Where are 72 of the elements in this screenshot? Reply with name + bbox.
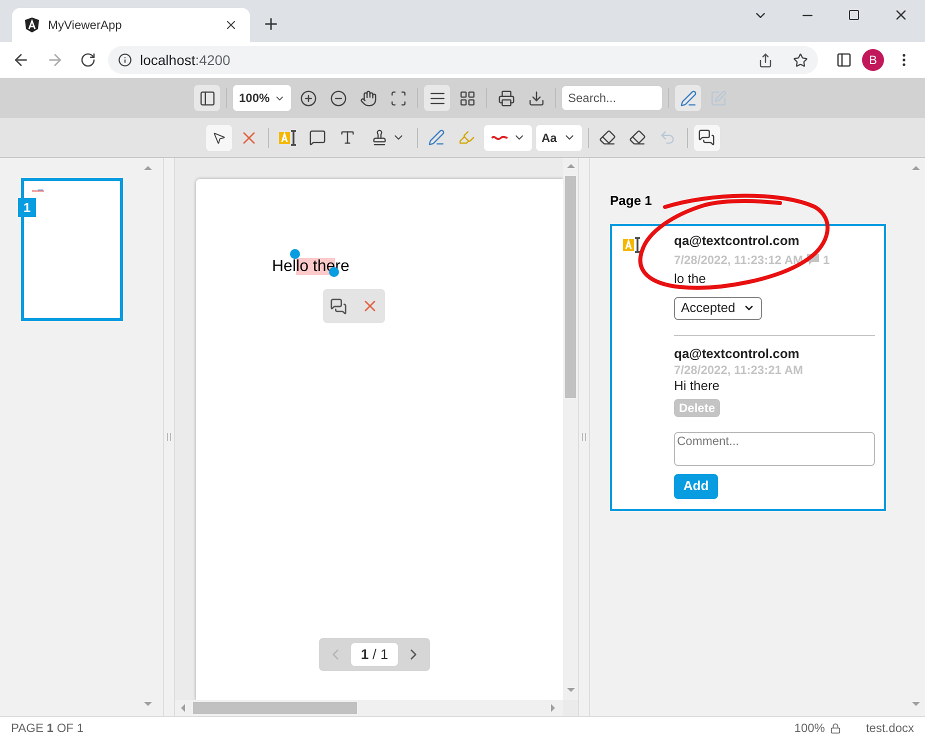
pen-icon: [680, 90, 696, 106]
comments-button[interactable]: [694, 124, 720, 150]
speech-bubble-icon: [309, 129, 326, 146]
tab-title: MyViewerApp: [48, 17, 123, 34]
page-number-badge: 1: [18, 198, 36, 217]
file-name: test.docx: [866, 720, 914, 737]
download-icon: [528, 90, 544, 106]
fit-icon: [390, 90, 406, 106]
text-highlight-icon: [278, 128, 298, 146]
hand-icon: [360, 90, 376, 106]
vertical-scrollbar[interactable]: [563, 158, 578, 700]
info-icon: [118, 53, 132, 67]
reply-author: qa@textcontrol.com: [674, 346, 800, 362]
splitter-grip-icon[interactable]: [582, 433, 586, 441]
profile-avatar[interactable]: B: [862, 49, 884, 71]
selection-handle[interactable]: [290, 249, 300, 259]
ink-color-button[interactable]: [484, 124, 532, 150]
reply-date: 7/28/2022, 11:23:21 AM: [674, 362, 804, 378]
reply-bubble-icon: [806, 254, 819, 265]
shield-logo-icon: [24, 17, 40, 33]
highlighter-icon: [458, 129, 475, 146]
scrollbar-thumb[interactable]: [565, 176, 576, 398]
zoom-status: 100%: [794, 720, 825, 737]
url-text: localhost:4200: [140, 50, 232, 70]
page-thumbnail[interactable]: [21, 178, 123, 321]
maximize-icon[interactable]: [848, 9, 860, 21]
share-icon[interactable]: [758, 52, 773, 68]
printer-icon: [498, 90, 514, 106]
sidebar-icon: [198, 90, 216, 106]
tiny-text-drawing: [32, 189, 44, 193]
reply-count: 1: [822, 252, 830, 268]
zoom-select[interactable]: 100%: [233, 85, 291, 111]
pointer-button[interactable]: [206, 124, 232, 150]
eraser-icon: [629, 129, 646, 146]
search-field[interactable]: Search...: [562, 86, 662, 110]
undo-icon: [659, 129, 676, 146]
single-page-button[interactable]: [424, 85, 450, 111]
grid-icon: [458, 90, 476, 106]
pen-icon: [428, 129, 445, 146]
url-field[interactable]: localhost:4200: [108, 46, 818, 74]
comment-text: lo the: [674, 270, 707, 286]
pointer-icon: [212, 130, 226, 144]
side-panel-icon[interactable]: [836, 52, 852, 68]
speech-bubbles-icon[interactable]: [330, 298, 346, 314]
text-highlight-icon: [622, 236, 642, 254]
back-icon[interactable]: [12, 51, 30, 69]
close-icon[interactable]: [224, 18, 238, 32]
star-icon[interactable]: [793, 52, 808, 68]
zoom-in-icon: [300, 90, 316, 106]
browser-tab[interactable]: MyViewerApp: [12, 8, 250, 42]
horizontal-scrollbar[interactable]: [175, 700, 563, 716]
status-select[interactable]: Accepted: [674, 296, 762, 320]
new-tab-icon[interactable]: [262, 15, 280, 33]
font-select[interactable]: Aa: [536, 124, 582, 150]
comment-author: qa@textcontrol.com: [674, 232, 800, 248]
edit-icon: [710, 90, 726, 106]
stamp-icon: [370, 129, 388, 146]
eraser-icon: [599, 129, 616, 146]
page-status: PAGE 1 OF 1: [11, 720, 84, 737]
speech-bubbles-icon: [698, 129, 715, 146]
sign-button[interactable]: [675, 85, 701, 111]
page-indicator[interactable]: 1 / 1: [350, 643, 398, 666]
scrollbar-thumb[interactable]: [193, 702, 357, 714]
lock-icon: [830, 722, 841, 734]
page-heading: Page 1: [610, 192, 653, 210]
sidebar-button[interactable]: [194, 85, 220, 111]
comment-input[interactable]: Comment...: [674, 432, 875, 466]
zoom-out-icon: [330, 90, 346, 106]
reply-text: Hi there: [674, 378, 721, 394]
reload-icon[interactable]: [80, 52, 96, 68]
splitter-grip-icon[interactable]: [167, 433, 171, 441]
text-icon: [339, 129, 356, 146]
